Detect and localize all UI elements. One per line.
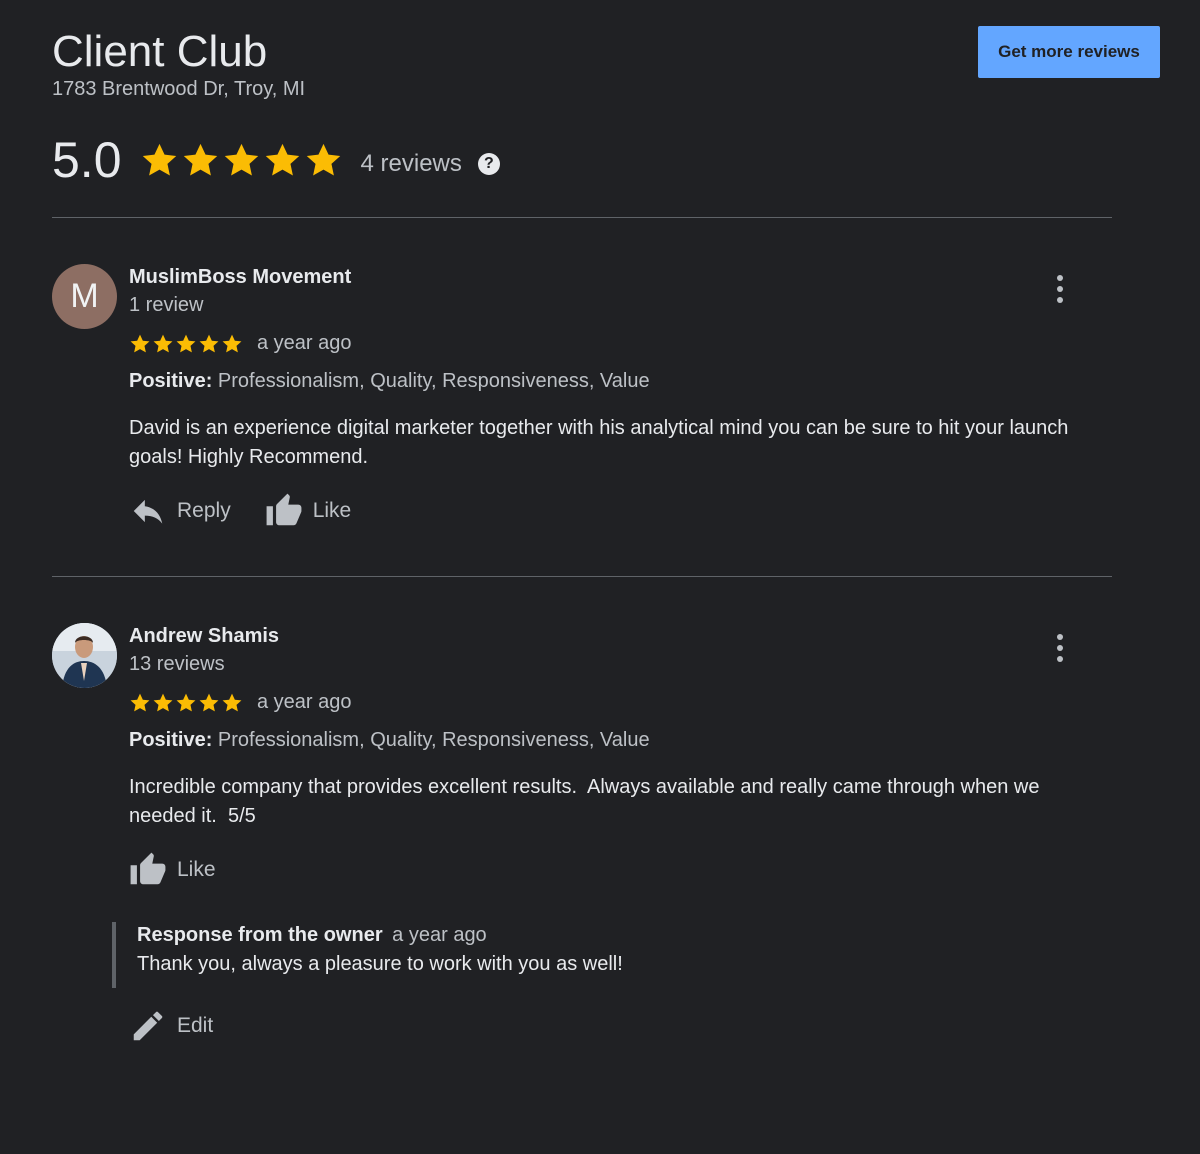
positive-label: Positive: [129, 370, 213, 392]
positive-values: Professionalism, Quality, Responsiveness… [217, 370, 650, 392]
positive-attributes: Positive: Professionalism, Quality, Resp… [129, 729, 650, 752]
star-icon [306, 143, 340, 175]
owner-response-label: Response from the owner [137, 924, 383, 946]
rating-summary: 5.0 4 reviews ? [52, 130, 500, 190]
star-icon [183, 143, 217, 175]
owner-response-text: Thank you, always a pleasure to work wit… [137, 953, 623, 975]
review-author: MuslimBoss Movement 1 review [129, 264, 351, 320]
avatar[interactable] [52, 623, 117, 688]
review-stars [129, 333, 243, 355]
like-button[interactable]: Like [129, 851, 216, 889]
review-stars [129, 692, 243, 714]
business-address: 1783 Brentwood Dr, Troy, MI [52, 78, 306, 100]
owner-response-actions: Edit [129, 1007, 213, 1045]
avatar[interactable]: M [52, 264, 117, 329]
business-header: Client Club 1783 Brentwood Dr, Troy, MI [52, 26, 305, 101]
get-more-reviews-button[interactable]: Get more reviews [978, 26, 1160, 78]
author-review-count: 1 review [129, 294, 204, 316]
review-actions: Like [129, 851, 216, 889]
rating-stars [140, 141, 343, 180]
user-photo-icon [52, 623, 117, 688]
star-icon [222, 693, 242, 711]
like-button[interactable]: Like [265, 492, 352, 530]
edit-button[interactable]: Edit [129, 1007, 213, 1045]
divider [52, 576, 1112, 577]
review-time: a year ago [257, 691, 352, 713]
owner-response: Response from the owner a year ago Thank… [112, 922, 623, 988]
star-icon [153, 693, 173, 711]
reply-label: Reply [177, 499, 231, 522]
star-icon [222, 334, 242, 352]
like-label: Like [177, 858, 216, 881]
business-name: Client Club [52, 27, 268, 76]
review-card: Andrew Shamis 13 reviews a year ago Posi… [52, 623, 1112, 903]
author-name[interactable]: Andrew Shamis [129, 623, 279, 649]
star-icon [265, 143, 299, 175]
owner-response-header: Response from the owner a year ago [137, 922, 623, 948]
reply-button[interactable]: Reply [129, 492, 231, 530]
review-author: Andrew Shamis 13 reviews [129, 623, 279, 679]
positive-label: Positive: [129, 729, 213, 751]
reply-icon [133, 499, 163, 524]
star-icon [199, 693, 219, 711]
star-icon [199, 334, 219, 352]
like-label: Like [312, 499, 352, 522]
review-actions: Reply Like [129, 492, 351, 530]
average-rating: 5.0 [52, 132, 122, 188]
star-icon [224, 143, 258, 175]
more-options-icon[interactable] [1050, 274, 1070, 304]
positive-attributes: Positive: Professionalism, Quality, Resp… [129, 370, 650, 393]
positive-values: Professionalism, Quality, Responsiveness… [217, 729, 650, 751]
total-review-count: 4 reviews [360, 150, 462, 177]
review-time: a year ago [257, 332, 352, 354]
review-meta: a year ago [129, 691, 352, 714]
review-card: M MuslimBoss Movement 1 review a year ag… [52, 264, 1112, 554]
author-review-count: 13 reviews [129, 653, 225, 675]
edit-label: Edit [177, 1014, 214, 1037]
review-meta: a year ago [129, 332, 352, 355]
more-options-icon[interactable] [1050, 633, 1070, 663]
review-text: Incredible company that provides excelle… [129, 776, 1046, 827]
reviews-page: Client Club 1783 Brentwood Dr, Troy, MI … [0, 0, 1200, 1154]
star-icon [153, 334, 173, 352]
star-icon [130, 693, 150, 711]
review-text: David is an experience digital marketer … [129, 417, 1069, 468]
divider [52, 217, 1112, 218]
thumbs-up-icon [266, 493, 302, 526]
author-name[interactable]: MuslimBoss Movement [129, 264, 351, 290]
owner-response-time: a year ago [392, 924, 487, 946]
help-icon[interactable]: ? [477, 153, 500, 175]
star-icon [176, 334, 196, 352]
star-icon [176, 693, 196, 711]
star-icon [130, 334, 150, 352]
star-icon [142, 143, 176, 175]
thumbs-up-icon [130, 852, 166, 885]
pencil-icon [133, 1011, 163, 1041]
